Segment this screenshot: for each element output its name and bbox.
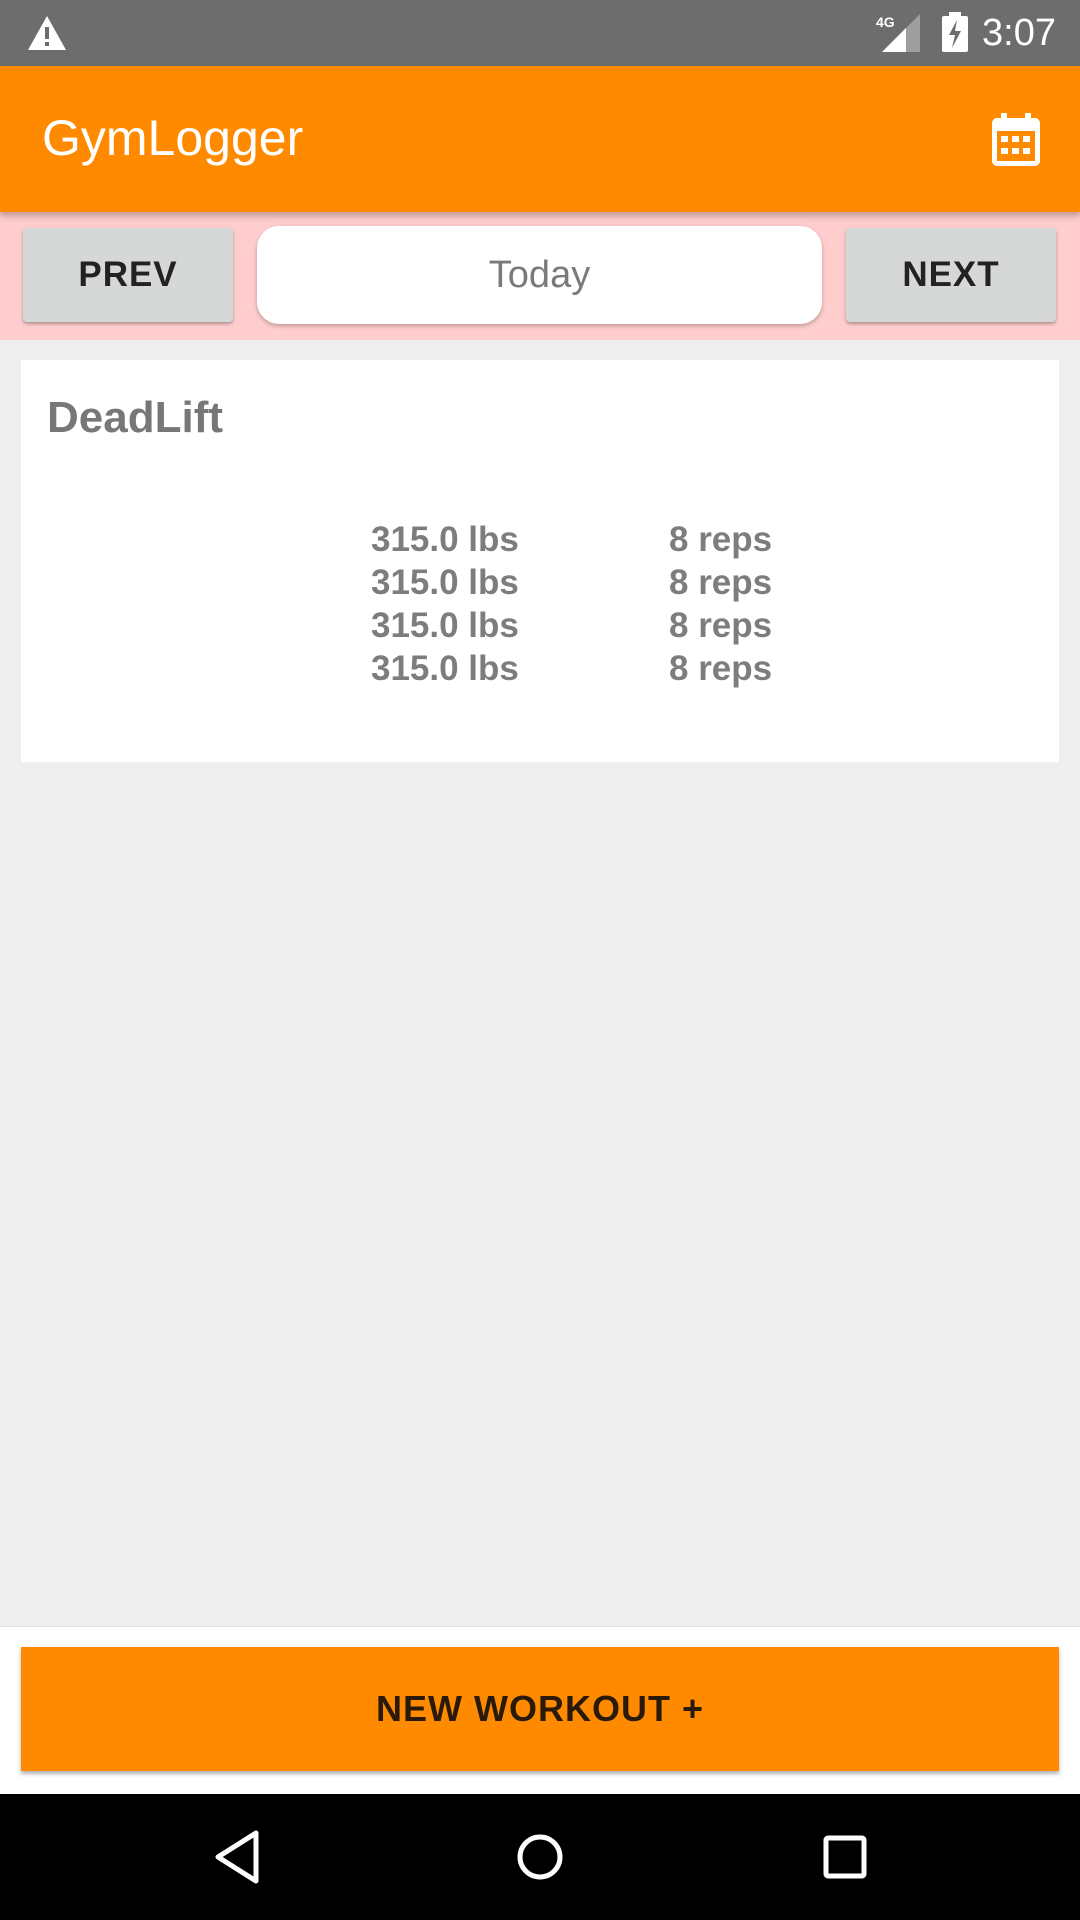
set-weight: 315.0 lbs: [371, 563, 519, 602]
new-workout-button[interactable]: NEW WORKOUT +: [21, 1647, 1059, 1771]
set-reps: 8 reps: [669, 563, 773, 602]
recents-icon: [823, 1835, 867, 1879]
screen: 4G 3:07 GymLogger PREV Today NEXT DeadLi…: [0, 0, 1080, 1920]
date-navigation: PREV Today NEXT: [0, 212, 1080, 340]
battery-charging-icon: [942, 12, 968, 52]
back-button[interactable]: [204, 1824, 270, 1890]
set-reps: 8 reps: [669, 649, 773, 688]
next-button[interactable]: NEXT: [846, 228, 1056, 322]
system-navigation-bar: [0, 1794, 1080, 1920]
set-row: 315.0 lbs 8 reps: [21, 604, 1059, 647]
set-row: 315.0 lbs 8 reps: [21, 647, 1059, 690]
workout-card[interactable]: DeadLift 315.0 lbs 8 reps 315.0 lbs 8 re…: [21, 360, 1059, 762]
calendar-button[interactable]: [980, 106, 1052, 174]
back-icon: [215, 1830, 259, 1884]
recents-button[interactable]: [812, 1824, 878, 1890]
status-bar: 4G 3:07: [0, 0, 1080, 66]
set-weight: 315.0 lbs: [371, 606, 519, 645]
set-row: 315.0 lbs 8 reps: [21, 518, 1059, 561]
set-list: 315.0 lbs 8 reps 315.0 lbs 8 reps 315.0 …: [21, 518, 1059, 690]
app-title: GymLogger: [42, 110, 304, 166]
app-bar: GymLogger: [0, 66, 1080, 212]
date-field[interactable]: Today: [257, 226, 822, 324]
set-reps: 8 reps: [669, 520, 773, 559]
home-button[interactable]: [507, 1824, 573, 1890]
set-weight: 315.0 lbs: [371, 520, 519, 559]
home-icon: [517, 1834, 563, 1880]
exercise-name: DeadLift: [47, 393, 223, 442]
set-reps: 8 reps: [669, 606, 773, 645]
signal-icon: 4G: [876, 12, 922, 54]
status-time: 3:07: [982, 12, 1056, 54]
warning-icon: [28, 16, 66, 50]
calendar-icon: [992, 113, 1040, 166]
set-weight: 315.0 lbs: [371, 649, 519, 688]
prev-button[interactable]: PREV: [23, 228, 233, 322]
bottom-panel: NEW WORKOUT +: [0, 1626, 1080, 1795]
set-row: 315.0 lbs 8 reps: [21, 561, 1059, 604]
